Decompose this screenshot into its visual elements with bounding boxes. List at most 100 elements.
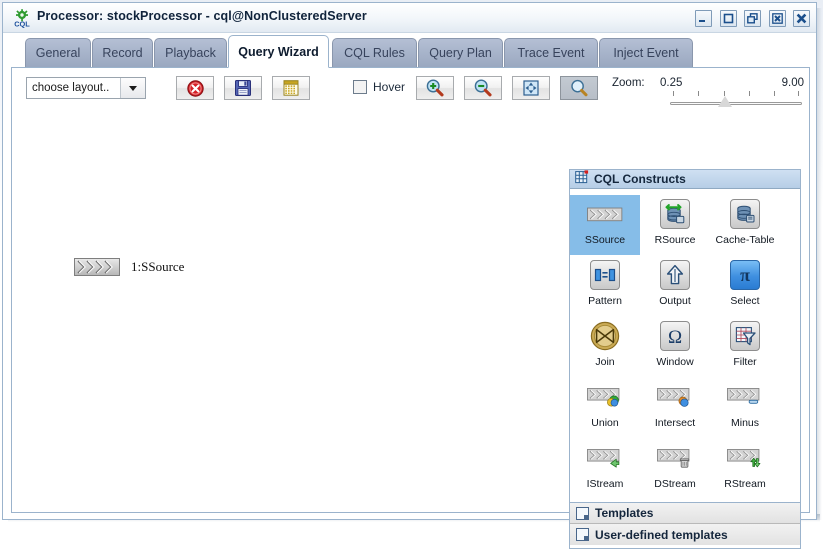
delete-red-x-icon	[186, 79, 204, 97]
palette-section-templates[interactable]: Templates	[570, 503, 800, 524]
magnifier-icon	[571, 79, 588, 97]
tab-bar: General Record Playback Query Wizard CQL…	[3, 33, 816, 68]
tab-query-plan[interactable]: Query Plan	[418, 38, 503, 67]
save-floppy-icon	[235, 80, 251, 96]
palette-item-union[interactable]: Union	[570, 378, 640, 438]
zoom-slider-group: Zoom: 0.25 9.00	[612, 74, 808, 107]
zoom-max-value: 9.00	[781, 77, 804, 89]
palette-item-filter[interactable]: Filter	[710, 317, 780, 377]
tab-record[interactable]: Record	[92, 38, 153, 67]
layout-select-value: choose layout..	[32, 82, 110, 94]
palette-sections: Templates User-defined templates	[570, 502, 800, 545]
zoom-select-button[interactable]	[560, 76, 598, 100]
palette-item-rsource[interactable]: RSource	[640, 195, 710, 255]
zoom-fit-icon	[523, 80, 539, 96]
document-icon	[576, 528, 589, 541]
canvas-node-ssource[interactable]: 1:SSource	[74, 258, 184, 276]
palette-item-minus[interactable]: Minus	[710, 378, 780, 438]
tab-cql-rules[interactable]: CQL Rules	[332, 38, 417, 67]
istream-chevrons-icon	[587, 443, 623, 473]
tab-label: Record	[102, 46, 143, 60]
maximize-button[interactable]	[719, 10, 737, 27]
filter-funnel-icon	[727, 321, 763, 351]
tab-query-wizard[interactable]: Query Wizard	[228, 35, 329, 68]
diagram-canvas[interactable]: 1:SSource CQL Constructs SSource RSource…	[12, 110, 809, 549]
pattern-bars-icon	[587, 260, 623, 290]
palette-item-label: RStream	[724, 478, 766, 490]
document-icon	[576, 506, 589, 520]
palette-item-ssource[interactable]: SSource	[570, 195, 640, 255]
zoom-fit-button[interactable]	[512, 76, 550, 100]
tab-label: General	[35, 46, 81, 60]
palette-item-output[interactable]: Output	[640, 256, 710, 316]
minus-chevrons-icon	[727, 382, 763, 412]
palette-item-label: Window	[656, 356, 694, 368]
zoom-slider[interactable]	[670, 91, 802, 107]
palette-item-istream[interactable]: IStream	[570, 439, 640, 499]
intersect-chevrons-icon	[657, 382, 693, 412]
slider-tick	[798, 91, 799, 96]
hover-checkbox-box[interactable]	[353, 80, 367, 94]
save-button[interactable]	[224, 76, 262, 100]
close-button[interactable]	[793, 10, 810, 27]
title-bar: CQL Processor: stockProcessor - cql@NonC…	[3, 3, 816, 33]
grid-button[interactable]	[272, 76, 310, 100]
union-chevrons-icon	[587, 382, 623, 412]
palette-item-intersect[interactable]: Intersect	[640, 378, 710, 438]
palette-section-label: User-defined templates	[595, 527, 728, 542]
tab-playback[interactable]: Playback	[154, 38, 227, 67]
palette-item-label: IStream	[586, 478, 624, 490]
palette-item-label: SSource	[584, 234, 626, 246]
palette-section-user-templates[interactable]: User-defined templates	[570, 524, 800, 545]
palette-item-label: Join	[595, 356, 615, 368]
palette-item-dstream[interactable]: DStream	[640, 439, 710, 499]
chevron-down-icon[interactable]	[120, 78, 145, 98]
palette-item-select[interactable]: π Select	[710, 256, 780, 316]
cache-db-icon	[727, 199, 763, 229]
palette-item-label: RSource	[654, 234, 696, 246]
palette-item-cache-table[interactable]: Cache-Table	[710, 195, 780, 255]
palette-item-join[interactable]: Join	[570, 317, 640, 377]
tab-label: Query Wizard	[238, 44, 319, 59]
zoom-out-button[interactable]	[464, 76, 502, 100]
select-pi-icon: π	[727, 260, 763, 290]
palette-item-window[interactable]: Ω Window	[640, 317, 710, 377]
cql-constructs-palette: CQL Constructs SSource RSource Cache-Tab…	[569, 169, 801, 549]
svg-text:Ω: Ω	[668, 327, 682, 348]
hover-checkbox[interactable]: Hover	[353, 80, 405, 94]
window-omega-icon: Ω	[657, 321, 693, 351]
window-controls	[692, 10, 810, 27]
zoom-min-value: 0.25	[660, 77, 683, 89]
zoom-slider-track[interactable]	[670, 102, 802, 105]
palette-title: CQL Constructs	[594, 172, 686, 186]
palette-grid: SSource RSource Cache-Table Pattern Outp…	[570, 189, 800, 500]
slider-tick	[774, 91, 775, 96]
zoom-in-button[interactable]	[416, 76, 454, 100]
minimize-button[interactable]	[695, 10, 713, 27]
cql-gear-icon: CQL	[12, 8, 32, 28]
delete-button[interactable]	[176, 76, 214, 100]
svg-text:π: π	[740, 265, 750, 285]
query-wizard-panel: choose layout.. Hover Zoom: 0.25 9.00 1:…	[11, 67, 810, 549]
palette-body: SSource RSource Cache-Table Pattern Outp…	[570, 189, 800, 502]
palette-item-pattern[interactable]: Pattern	[570, 256, 640, 316]
tab-general[interactable]: General	[25, 38, 91, 67]
tab-trace-event[interactable]: Trace Event	[504, 38, 598, 67]
palette-item-label: Intersect	[654, 417, 696, 429]
slider-tick	[698, 91, 699, 96]
tab-label: Inject Event	[613, 46, 679, 60]
palette-item-label: Output	[659, 295, 691, 307]
palette-item-label: Union	[591, 417, 619, 429]
zoom-label: Zoom:	[612, 77, 645, 89]
restore-button[interactable]	[744, 10, 762, 27]
grid-blue-icon	[575, 169, 589, 189]
relation-db-icon	[657, 199, 693, 229]
palette-item-label: DStream	[654, 478, 696, 490]
zoom-slider-thumb[interactable]	[718, 96, 732, 107]
tab-inject-event[interactable]: Inject Event	[599, 38, 693, 67]
palette-item-rstream[interactable]: RStream	[710, 439, 780, 499]
grid-yellow-icon	[283, 80, 299, 96]
layout-select[interactable]: choose layout..	[26, 77, 146, 99]
close-tab-button[interactable]	[768, 10, 786, 27]
slider-tick	[749, 91, 750, 96]
